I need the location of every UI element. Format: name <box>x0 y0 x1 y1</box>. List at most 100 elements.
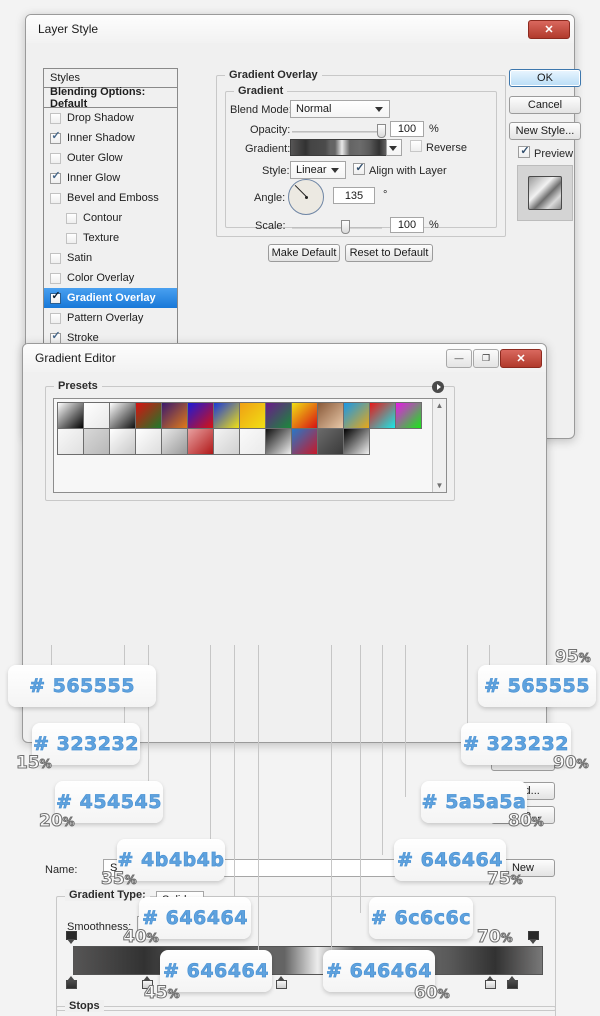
style-row-inner-glow[interactable]: Inner Glow <box>44 168 177 188</box>
style-row-bevel-and-emboss[interactable]: Bevel and Emboss <box>44 188 177 208</box>
blending-options-row[interactable]: Blending Options: Default <box>44 86 177 110</box>
style-row-texture[interactable]: Texture <box>44 228 177 248</box>
opacity-slider-knob[interactable] <box>377 124 386 138</box>
style-row-label: Contour <box>83 212 123 224</box>
opacity-stop-marker[interactable] <box>66 931 77 944</box>
styles-list[interactable]: Styles Blending Options: Default Drop Sh… <box>43 68 178 356</box>
presets-scrollbar[interactable]: ▲ ▼ <box>432 399 446 492</box>
gradient-preview-swatch[interactable] <box>290 139 390 156</box>
scale-slider-knob[interactable] <box>341 220 350 234</box>
preset-swatch[interactable] <box>395 402 422 429</box>
preset-swatch[interactable] <box>369 402 396 429</box>
preset-swatch[interactable] <box>239 428 266 455</box>
style-row-checkbox[interactable] <box>66 232 77 244</box>
preset-swatch[interactable] <box>265 428 292 455</box>
preset-swatch[interactable] <box>161 402 188 429</box>
preset-swatch[interactable] <box>291 428 318 455</box>
preset-swatch[interactable] <box>135 402 162 429</box>
preview-checkbox[interactable] <box>518 144 531 158</box>
scroll-down-icon[interactable]: ▼ <box>436 479 444 492</box>
style-row-checkbox[interactable] <box>50 152 61 164</box>
style-row-color-overlay[interactable]: Color Overlay <box>44 268 177 288</box>
new-style-button[interactable]: New Style... <box>509 122 581 140</box>
style-row-inner-shadow[interactable]: Inner Shadow <box>44 128 177 148</box>
style-select[interactable]: Linear <box>290 161 346 179</box>
chevron-down-icon <box>375 107 383 112</box>
preset-swatch[interactable] <box>213 402 240 429</box>
style-row-label: Pattern Overlay <box>67 312 144 324</box>
style-row-checkbox[interactable] <box>50 129 62 144</box>
annotation-percent-label: 95% <box>555 647 592 668</box>
preset-swatch[interactable] <box>239 402 266 429</box>
close-icon[interactable]: ✕ <box>528 19 570 39</box>
preset-swatch[interactable] <box>57 402 84 429</box>
minimize-icon[interactable]: — <box>446 348 472 368</box>
color-stop-marker[interactable] <box>276 976 287 989</box>
preset-swatch[interactable] <box>187 428 214 455</box>
annotation-hex-note: # 6c6c6c <box>369 897 473 939</box>
preset-swatch[interactable] <box>265 402 292 429</box>
maximize-icon[interactable]: ❐ <box>473 348 499 368</box>
angle-label: Angle: <box>254 192 286 204</box>
annotation-leader-line <box>331 645 332 966</box>
layer-style-titlebar: Layer Style ✕ <box>26 15 574 43</box>
presets-legend: Presets <box>54 380 102 392</box>
preset-swatch[interactable] <box>109 402 136 429</box>
style-row-satin[interactable]: Satin <box>44 248 177 268</box>
opacity-stop-marker[interactable] <box>528 931 539 944</box>
style-row-checkbox[interactable] <box>50 329 62 344</box>
preset-swatch[interactable] <box>187 402 214 429</box>
color-stop-marker[interactable] <box>66 976 77 989</box>
preset-swatch[interactable] <box>83 428 110 455</box>
layer-style-ok-button[interactable]: OK <box>509 69 581 87</box>
preset-swatch[interactable] <box>109 428 136 455</box>
angle-dial[interactable] <box>288 179 324 215</box>
preset-swatch[interactable] <box>291 402 318 429</box>
gradient-bar[interactable] <box>73 946 543 975</box>
preview-label: Preview <box>534 148 574 160</box>
style-row-checkbox[interactable] <box>50 312 61 324</box>
style-row-drop-shadow[interactable]: Drop Shadow <box>44 108 177 128</box>
preset-swatch[interactable] <box>343 428 370 455</box>
style-row-outer-glow[interactable]: Outer Glow <box>44 148 177 168</box>
style-row-checkbox[interactable] <box>50 252 61 264</box>
reset-to-default-button[interactable]: Reset to Default <box>345 244 433 262</box>
layer-style-cancel-button[interactable]: Cancel <box>509 96 581 114</box>
style-row-pattern-overlay[interactable]: Pattern Overlay <box>44 308 177 328</box>
style-row-checkbox[interactable] <box>50 169 62 184</box>
preset-swatch[interactable] <box>161 428 188 455</box>
opacity-slider-track[interactable] <box>292 131 382 133</box>
preset-swatch[interactable] <box>135 428 162 455</box>
scale-input[interactable]: 100 <box>390 217 424 233</box>
gradient-legend: Gradient <box>234 85 288 97</box>
preset-swatch[interactable] <box>317 428 344 455</box>
style-row-checkbox[interactable] <box>50 272 61 284</box>
preset-swatch[interactable] <box>317 402 344 429</box>
scroll-up-icon[interactable]: ▲ <box>436 399 444 412</box>
style-row-gradient-overlay[interactable]: Gradient Overlay <box>44 288 177 308</box>
annotation-leader-line <box>360 645 361 913</box>
scale-slider-track[interactable] <box>292 227 382 229</box>
close-icon[interactable]: ✕ <box>500 348 542 368</box>
align-with-layer-label: Align with Layer <box>369 165 447 177</box>
opacity-input[interactable]: 100 <box>390 121 424 137</box>
reverse-checkbox[interactable] <box>410 140 422 152</box>
presets-menu-icon[interactable] <box>432 381 444 393</box>
style-row-checkbox[interactable] <box>50 112 61 124</box>
presets-list[interactable]: ▲ ▼ <box>53 398 447 493</box>
angle-input[interactable]: 135 <box>333 187 375 204</box>
gradient-picker-button[interactable] <box>386 139 402 156</box>
color-stop-marker[interactable] <box>507 976 518 989</box>
style-row-contour[interactable]: Contour <box>44 208 177 228</box>
style-row-checkbox[interactable] <box>50 192 61 204</box>
color-stop-marker[interactable] <box>485 976 496 989</box>
align-with-layer-checkbox[interactable] <box>353 161 366 175</box>
blend-mode-select[interactable]: Normal <box>290 100 390 118</box>
preset-swatch[interactable] <box>83 402 110 429</box>
preset-swatch[interactable] <box>57 428 84 455</box>
preset-swatch[interactable] <box>213 428 240 455</box>
make-default-button[interactable]: Make Default <box>268 244 340 262</box>
style-row-checkbox[interactable] <box>50 289 62 304</box>
style-row-checkbox[interactable] <box>66 212 77 224</box>
preset-swatch[interactable] <box>343 402 370 429</box>
